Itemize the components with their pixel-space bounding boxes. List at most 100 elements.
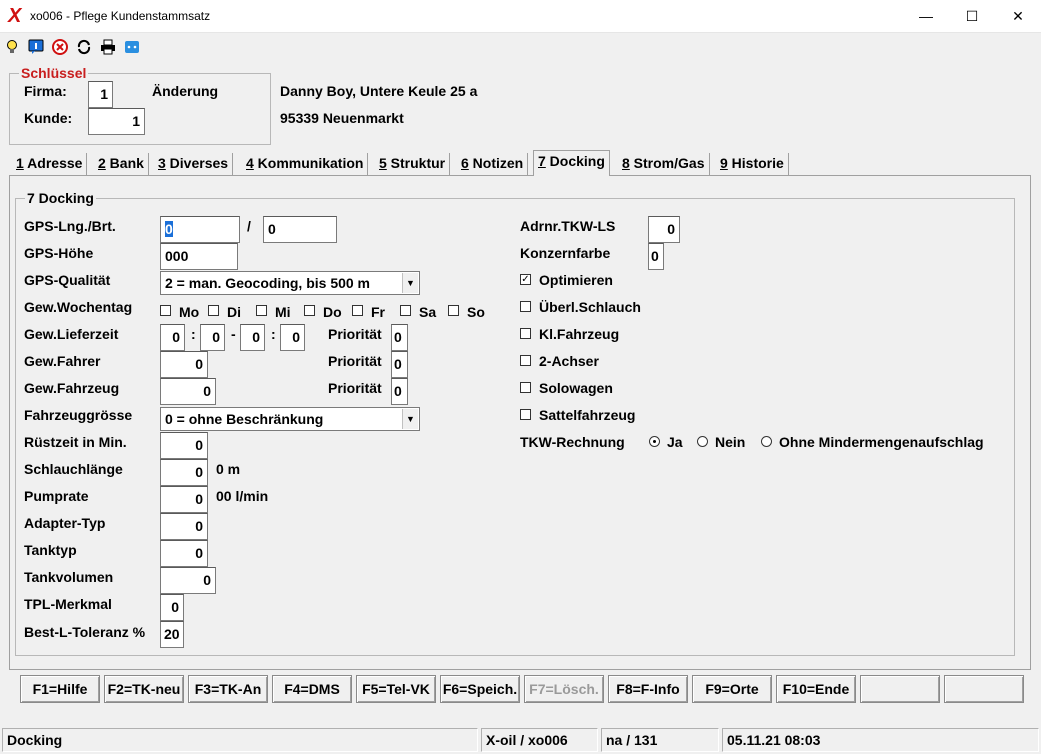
toleranz-field[interactable]: 20 — [160, 621, 184, 648]
adrnr-field[interactable]: 0 — [648, 216, 680, 243]
f3-tk-an-button[interactable]: F3=TK-An — [188, 675, 268, 703]
solowagen-label: Solowagen — [539, 380, 613, 396]
fahrzeuggroesse-select[interactable]: 0 = ohne Beschränkung ▼ — [160, 407, 420, 431]
tkw-nein-radio[interactable] — [697, 436, 708, 447]
print-icon[interactable] — [99, 38, 117, 56]
tkw-ja-radio[interactable] — [649, 436, 660, 447]
tkw-ohne-radio[interactable] — [761, 436, 772, 447]
pumprate-unit: 00 l/min — [216, 488, 269, 504]
firma-label: Firma: — [24, 83, 67, 99]
fahrzeug-field[interactable]: 0 — [160, 378, 216, 405]
tab-adresse[interactable]: 1 Adresse — [12, 153, 88, 175]
prio-lieferzeit-label: Priorität — [328, 326, 382, 342]
lieferzeit-from-hour-field[interactable]: 0 — [160, 324, 185, 351]
gps-qualitaet-select[interactable]: 2 = man. Geocoding, bis 500 m ▼ — [160, 271, 420, 295]
adapter-field[interactable]: 0 — [160, 513, 208, 540]
f8-f-info-button[interactable]: F8=F-Info — [608, 675, 688, 703]
weekday-mi-checkbox[interactable] — [256, 305, 267, 316]
tab-notizen[interactable]: 6 Notizen — [457, 153, 529, 175]
gps-separator: / — [247, 218, 251, 234]
empty-fkey-button-1[interactable] — [860, 675, 940, 703]
chevron-down-icon[interactable]: ▼ — [402, 273, 418, 293]
lieferzeit-from-minute-field[interactable]: 0 — [200, 324, 225, 351]
empty-fkey-button-2[interactable] — [944, 675, 1024, 703]
solowagen-checkbox[interactable] — [520, 382, 531, 393]
weekday-so-label: So — [467, 304, 485, 320]
prio-fahrzeug-label: Priorität — [328, 380, 382, 396]
f4-dms-button[interactable]: F4=DMS — [272, 675, 352, 703]
kunde-field[interactable]: 1 — [88, 108, 145, 135]
konzernfarbe-field[interactable]: 0 — [648, 243, 664, 270]
firma-field[interactable]: 1 — [88, 81, 113, 108]
chat-icon[interactable] — [123, 38, 141, 56]
tab-historie[interactable]: 9 Historie — [716, 153, 789, 175]
prio-lieferzeit-field[interactable]: 0 — [391, 324, 408, 351]
info-icon[interactable] — [27, 38, 45, 56]
pumprate-field[interactable]: 0 — [160, 486, 208, 513]
close-button[interactable]: ✕ — [995, 0, 1041, 32]
tab-diverses[interactable]: 3 Diverses — [154, 153, 234, 175]
fahrer-field[interactable]: 0 — [160, 351, 208, 378]
tpl-field[interactable]: 0 — [160, 594, 184, 621]
weekday-do-checkbox[interactable] — [304, 305, 315, 316]
ruestzeit-field[interactable]: 0 — [160, 432, 208, 459]
tanktyp-label: Tanktyp — [24, 542, 77, 558]
f6-speichern-button[interactable]: F6=Speich. — [440, 675, 520, 703]
zwei-achser-checkbox[interactable] — [520, 355, 531, 366]
weekday-di-checkbox[interactable] — [208, 305, 219, 316]
fahrer-label: Gew.Fahrer — [24, 353, 101, 369]
tab-bank[interactable]: 2 Bank — [94, 153, 149, 175]
minimize-button[interactable]: — — [903, 0, 949, 32]
tab-kommunikation[interactable]: 4 Kommunikation — [242, 153, 369, 175]
adrnr-label: Adrnr.TKW-LS — [520, 218, 616, 234]
tpl-label: TPL-Merkmal — [24, 596, 112, 612]
mode-label: Änderung — [152, 83, 219, 99]
weekday-fr-label: Fr — [371, 304, 385, 320]
weekday-so-checkbox[interactable] — [448, 305, 459, 316]
status-mode: Docking — [2, 728, 478, 752]
gps-brt-field[interactable]: 0 — [263, 216, 337, 243]
f9-orte-button[interactable]: F9=Orte — [692, 675, 772, 703]
kunde-label: Kunde: — [24, 110, 73, 126]
kl-fahrzeug-checkbox[interactable] — [520, 328, 531, 339]
status-datetime: 05.11.21 08:03 — [722, 728, 1039, 752]
lieferzeit-colon-1: : — [191, 326, 196, 342]
f10-ende-button[interactable]: F10=Ende — [776, 675, 856, 703]
konzernfarbe-label: Konzernfarbe — [520, 245, 611, 261]
cancel-icon[interactable] — [51, 38, 69, 56]
gps-hoehe-field[interactable]: 000 — [160, 243, 238, 270]
tankvolumen-field[interactable]: 0 — [160, 567, 216, 594]
key-group-title: Schlüssel — [19, 65, 89, 81]
weekday-mo-checkbox[interactable] — [160, 305, 171, 316]
lieferzeit-to-minute-field[interactable]: 0 — [280, 324, 305, 351]
weekday-sa-checkbox[interactable] — [400, 305, 411, 316]
f1-hilfe-button[interactable]: F1=Hilfe — [20, 675, 100, 703]
weekday-fr-checkbox[interactable] — [352, 305, 363, 316]
adapter-label: Adapter-Typ — [24, 515, 106, 531]
status-user: na / 131 — [601, 728, 719, 752]
zwei-achser-label: 2-Achser — [539, 353, 599, 369]
tanktyp-field[interactable]: 0 — [160, 540, 208, 567]
tab-strom-gas[interactable]: 8 Strom/Gas — [618, 153, 710, 175]
lieferzeit-to-hour-field[interactable]: 0 — [240, 324, 265, 351]
tab-struktur[interactable]: 5 Struktur — [375, 153, 451, 175]
refresh-icon[interactable] — [75, 38, 93, 56]
tab-docking[interactable]: 7 Docking — [533, 150, 610, 176]
schlauch-field[interactable]: 0 — [160, 459, 208, 486]
toleranz-label: Best-L-Toleranz % — [24, 624, 146, 640]
chevron-down-icon[interactable]: ▼ — [402, 409, 418, 429]
gps-lng-field[interactable]: 0 — [160, 216, 240, 243]
prio-fahrzeug-field[interactable]: 0 — [391, 378, 408, 405]
weekday-sa-label: Sa — [419, 304, 437, 320]
ueberl-schlauch-checkbox[interactable] — [520, 301, 531, 312]
weekday-mo-label: Mo — [179, 304, 200, 320]
lightbulb-icon[interactable] — [3, 38, 21, 56]
maximize-button[interactable]: ☐ — [949, 0, 995, 32]
sattelfahrzeug-checkbox[interactable] — [520, 409, 531, 420]
ueberl-schlauch-label: Überl.Schlauch — [539, 299, 641, 315]
optimieren-checkbox[interactable]: ✓ — [520, 274, 531, 285]
f2-tk-neu-button[interactable]: F2=TK-neu — [104, 675, 184, 703]
optimieren-label: Optimieren — [539, 272, 613, 288]
prio-fahrer-field[interactable]: 0 — [391, 351, 408, 378]
f5-tel-vk-button[interactable]: F5=Tel-VK — [356, 675, 436, 703]
